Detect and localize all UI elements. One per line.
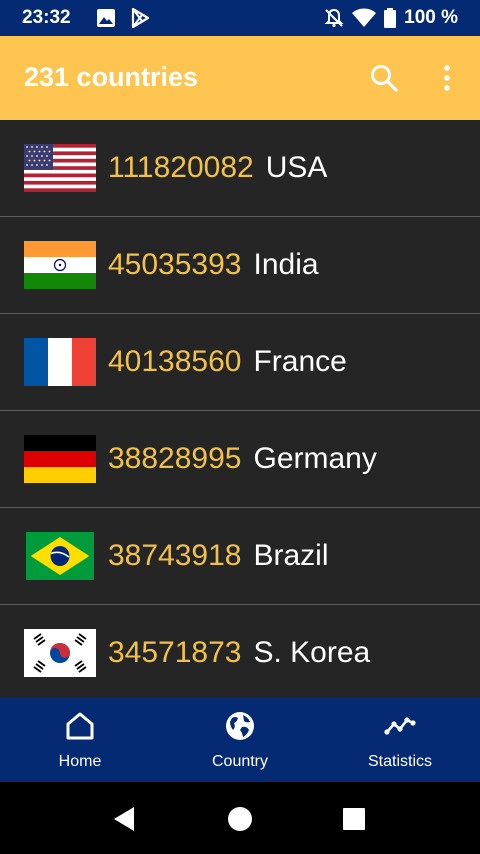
- country-text: 38743918 Brazil: [108, 539, 329, 573]
- page-title: 231 countries: [24, 62, 199, 92]
- play-store-icon: [131, 8, 150, 28]
- country-text: 38828995 Germany: [108, 442, 377, 476]
- nav-statistics-label: Statistics: [367, 753, 432, 770]
- india-flag: [24, 241, 96, 289]
- country-text: 40138560 France: [108, 345, 347, 379]
- country-name: Germany: [253, 442, 377, 475]
- search-icon[interactable]: [368, 62, 400, 94]
- case-count: 45035393: [108, 248, 242, 281]
- country-row[interactable]: 34571873 S. Korea: [0, 605, 480, 698]
- back-icon[interactable]: [112, 806, 138, 832]
- chart-line-icon: [384, 717, 416, 735]
- home-icon: [66, 712, 94, 740]
- bottom-navigation: Home Country Statistics: [0, 698, 480, 782]
- globe-icon: [226, 712, 254, 740]
- status-bar: 23:32 100 %: [0, 0, 480, 36]
- image-icon: [97, 9, 115, 27]
- wifi-icon: [352, 8, 377, 27]
- case-count: 38828995: [108, 442, 242, 475]
- case-count: 111820082: [108, 151, 254, 184]
- case-count: 34571873: [108, 636, 242, 669]
- nav-country-label: Country: [211, 753, 269, 770]
- battery-icon: [384, 8, 397, 28]
- south-korea-flag: [24, 629, 96, 677]
- more-vert-icon[interactable]: [432, 62, 462, 94]
- country-text: 111820082 USA: [108, 151, 327, 185]
- status-time: 23:32: [22, 7, 71, 28]
- country-row[interactable]: 45035393 India: [0, 217, 480, 314]
- country-row[interactable]: 38828995 Germany: [0, 411, 480, 508]
- country-name: USA: [265, 151, 328, 184]
- recents-icon[interactable]: [342, 807, 366, 831]
- nav-home[interactable]: Home: [0, 698, 160, 782]
- nav-country[interactable]: Country: [160, 698, 320, 782]
- country-name: Brazil: [253, 539, 329, 572]
- country-name: S. Korea: [253, 636, 371, 669]
- status-right: 100 %: [324, 7, 458, 29]
- country-name: France: [253, 345, 347, 378]
- country-row[interactable]: 38743918 Brazil: [0, 508, 480, 605]
- brazil-flag: [26, 532, 94, 580]
- case-count: 40138560: [108, 345, 242, 378]
- country-name: India: [253, 248, 319, 281]
- country-text: 34571873 S. Korea: [108, 636, 370, 670]
- country-list[interactable]: 111820082 USA 45035393 India 40138560 Franc…: [0, 120, 480, 698]
- app-bar: 231 countries: [0, 36, 480, 120]
- home-circle-icon[interactable]: [226, 805, 254, 833]
- system-navigation: [0, 782, 480, 854]
- us-flag: [24, 144, 96, 192]
- case-count: 38743918: [108, 539, 242, 572]
- country-text: 45035393 India: [108, 248, 319, 282]
- status-left-icons: [96, 8, 150, 28]
- germany-flag: [24, 435, 96, 483]
- nav-statistics[interactable]: Statistics: [320, 698, 480, 782]
- country-row[interactable]: 40138560 France: [0, 314, 480, 411]
- country-row[interactable]: 111820082 USA: [0, 120, 480, 217]
- nav-home-label: Home: [58, 753, 102, 770]
- mute-icon: [324, 8, 344, 28]
- battery-percentage: 100 %: [404, 7, 458, 28]
- france-flag: [24, 338, 96, 386]
